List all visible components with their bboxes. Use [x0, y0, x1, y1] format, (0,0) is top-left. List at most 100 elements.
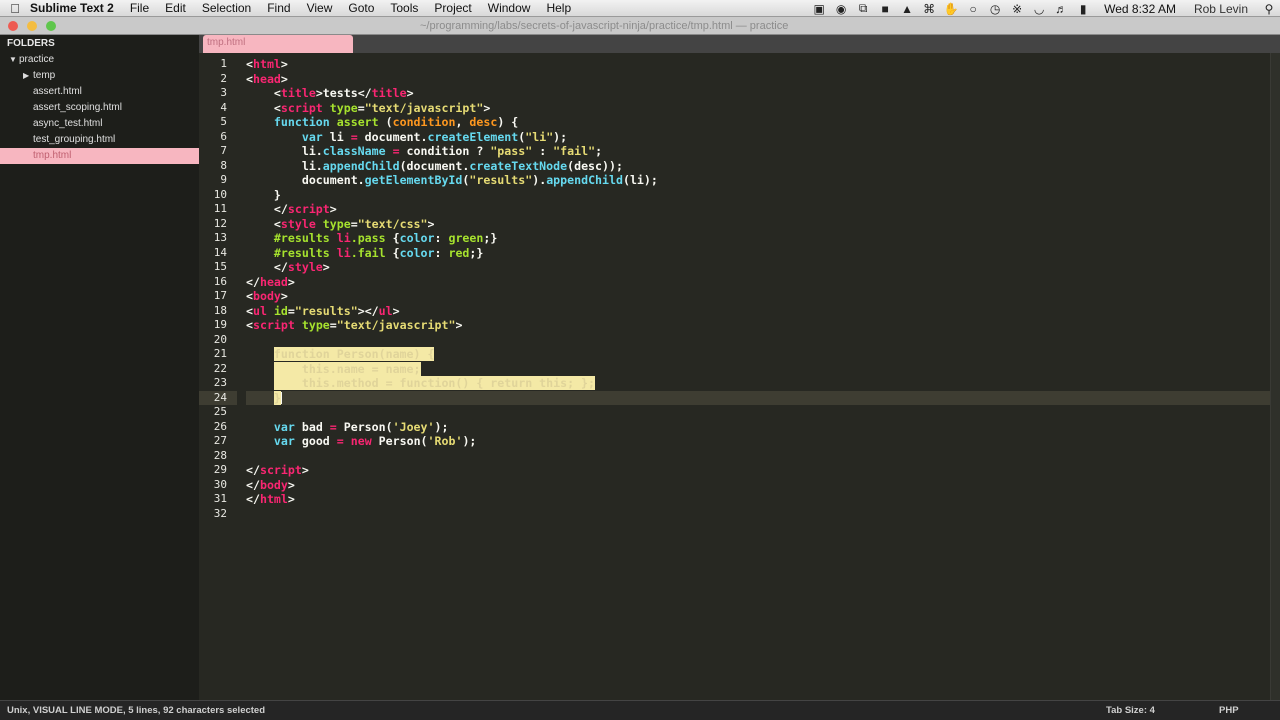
code-token: li: [336, 245, 351, 260]
folder-label: temp: [33, 70, 56, 81]
menu-selection[interactable]: Selection: [194, 1, 259, 15]
code-line[interactable]: }: [246, 188, 1280, 203]
menu-help[interactable]: Help: [538, 1, 579, 15]
code-token: ;: [595, 144, 603, 158]
zoom-window-button[interactable]: [46, 21, 56, 31]
code-token: ul: [378, 303, 393, 318]
menu-view[interactable]: View: [299, 1, 341, 15]
close-window-button[interactable]: [8, 21, 18, 31]
code-line[interactable]: var li = document.createElement("li");: [246, 130, 1280, 145]
gesture-icon[interactable]: ✋: [940, 2, 962, 16]
code-line[interactable]: </script>: [246, 202, 1280, 217]
code-line[interactable]: </script>: [246, 463, 1280, 478]
user-menu[interactable]: Rob Levin: [1184, 2, 1258, 16]
code-line[interactable]: <title>tests</title>: [246, 86, 1280, 101]
code-line[interactable]: this.name = name;: [246, 361, 1280, 377]
dropbox-icon[interactable]: ■: [874, 2, 896, 16]
menu-find[interactable]: Find: [259, 1, 298, 15]
search-circle-icon[interactable]: ○: [962, 2, 984, 16]
tab-bar: tmp.html: [199, 35, 1280, 53]
code-line[interactable]: }: [246, 390, 1280, 405]
menu-project[interactable]: Project: [426, 1, 479, 15]
code-line[interactable]: #results li.pass {color: green;}: [246, 231, 1280, 246]
code-token: ></: [357, 303, 379, 318]
code-line[interactable]: var bad = Person('Joey');: [246, 420, 1280, 435]
menu-tools[interactable]: Tools: [382, 1, 426, 15]
code-token: </: [246, 202, 288, 216]
code-area[interactable]: <html> <head> <title>tests</title> <scrip…: [246, 57, 1280, 521]
apple-icon[interactable]: : [0, 1, 30, 16]
menu-window[interactable]: Window: [480, 1, 539, 15]
code-token: </: [246, 477, 260, 492]
window-switcher-icon[interactable]: ⧉: [852, 1, 874, 16]
code-line[interactable]: <script type="text/javascript">: [246, 101, 1280, 116]
screen-record-icon[interactable]: ▣: [808, 2, 830, 16]
code-line[interactable]: var good = new Person('Rob');: [246, 434, 1280, 449]
code-line[interactable]: [246, 405, 1280, 420]
menu-goto[interactable]: Goto: [340, 1, 382, 15]
code-line[interactable]: </style>: [246, 260, 1280, 275]
folder-temp[interactable]: ▶ temp: [0, 68, 199, 84]
menubar-clock[interactable]: Wed 8:32 AM: [1094, 2, 1184, 16]
tab-size-indicator[interactable]: Tab Size: 4: [1106, 705, 1155, 716]
editor-scrollbar[interactable]: [1270, 53, 1280, 700]
code-token: head: [259, 274, 288, 289]
code-token: type: [322, 216, 351, 231]
code-line[interactable]: document.getElementById("results").appen…: [246, 173, 1280, 188]
code-line[interactable]: </body>: [246, 478, 1280, 493]
code-token: color: [399, 245, 435, 260]
evernote-icon[interactable]: ◉: [830, 2, 852, 16]
file-item[interactable]: assert_scoping.html: [0, 100, 199, 116]
code-line[interactable]: li.className = condition ? "pass" : "fai…: [246, 144, 1280, 159]
disclosure-closed-icon[interactable]: ▶: [23, 68, 33, 84]
menu-file[interactable]: File: [122, 1, 157, 15]
code-line[interactable]: function Person(name) {: [246, 347, 1280, 362]
wifi-icon[interactable]: ◡: [1028, 2, 1050, 16]
code-line[interactable]: <ul id="results"></ul>: [246, 304, 1280, 319]
code-line[interactable]: <html>: [246, 57, 1280, 72]
code-line[interactable]: [246, 507, 1280, 522]
alfred-icon[interactable]: ⌘: [918, 2, 940, 16]
app-menu[interactable]: Sublime Text 2: [30, 1, 114, 15]
code-line[interactable]: this.method = function() { return this; …: [246, 376, 1280, 391]
file-item[interactable]: assert.html: [0, 84, 199, 100]
file-item[interactable]: async_test.html: [0, 116, 199, 132]
time-machine-icon[interactable]: ◷: [984, 2, 1006, 16]
code-line[interactable]: <script type="text/javascript">: [246, 318, 1280, 333]
minimize-window-button[interactable]: [27, 21, 37, 31]
code-token: =: [329, 419, 337, 434]
code-token: appendChild: [546, 173, 623, 187]
code-token: #results: [273, 231, 330, 245]
code-line[interactable]: <body>: [246, 289, 1280, 304]
tab-tmp-html[interactable]: tmp.html: [203, 35, 353, 53]
file-item[interactable]: test_grouping.html: [0, 132, 199, 148]
menu-edit[interactable]: Edit: [157, 1, 194, 15]
code-editor[interactable]: 1 2 3 4 5 6 7 8 9 10 11 12 13 14 15 16 17 18 19 20 21 22 23 24 2…: [199, 53, 1280, 700]
volume-icon[interactable]: ♬: [1050, 2, 1072, 16]
bluetooth-icon[interactable]: ※: [1006, 2, 1028, 16]
folder-practice[interactable]: ▼ practice: [0, 52, 199, 68]
syntax-indicator[interactable]: PHP: [1219, 705, 1239, 716]
code-line[interactable]: [246, 449, 1280, 464]
code-line[interactable]: <style type="text/css">: [246, 217, 1280, 232]
notifications-icon[interactable]: ▲: [896, 2, 918, 16]
code-line[interactable]: </head>: [246, 275, 1280, 290]
battery-icon[interactable]: ▮: [1072, 2, 1094, 16]
code-token: "text/css": [357, 216, 428, 231]
code-line[interactable]: function assert (condition, desc) {: [246, 115, 1280, 130]
code-line[interactable]: #results li.fail {color: red;}: [246, 246, 1280, 261]
disclosure-open-icon[interactable]: ▼: [9, 52, 19, 68]
spotlight-icon[interactable]: ⚲: [1258, 2, 1280, 16]
code-token: ;}: [483, 231, 498, 245]
code-token: );: [553, 129, 568, 144]
code-token: appendChild: [322, 158, 400, 173]
code-line[interactable]: </html>: [246, 492, 1280, 507]
code-line[interactable]: li.appendChild(document.createTextNode(d…: [246, 159, 1280, 174]
code-line[interactable]: [246, 333, 1280, 348]
file-item-selected[interactable]: tmp.html: [0, 148, 199, 164]
code-line[interactable]: <head>: [246, 72, 1280, 87]
